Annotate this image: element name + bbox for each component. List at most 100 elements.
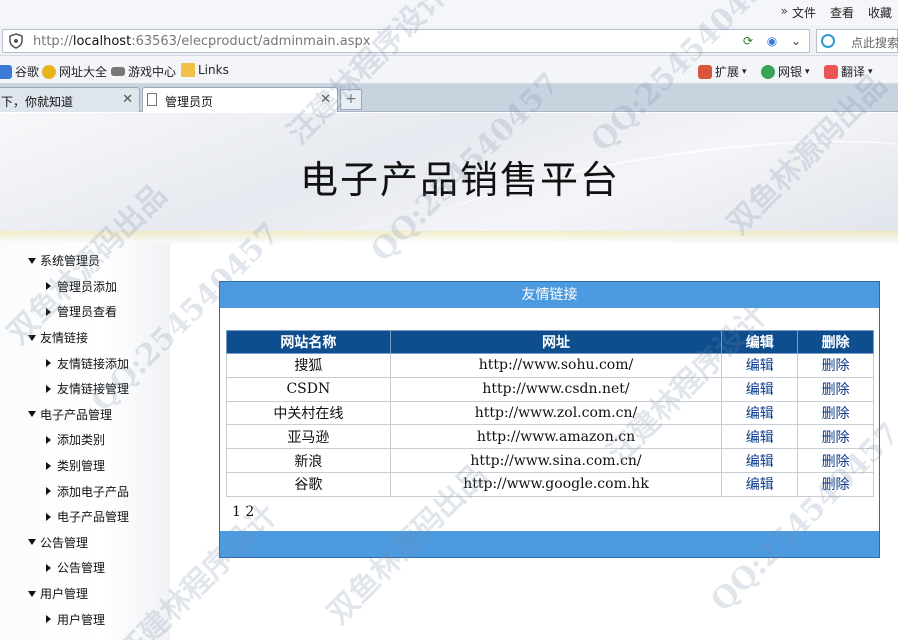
delete-link[interactable]: 删除 <box>797 400 874 426</box>
sidebar-item[interactable]: 管理员添加 <box>28 274 129 300</box>
edit-link[interactable]: 编辑 <box>721 400 799 426</box>
caret-right-icon <box>46 461 51 470</box>
sidebar-item[interactable]: 用户管理 <box>28 606 129 632</box>
sidebar-group[interactable]: 友情链接 <box>28 325 129 351</box>
bookmarks-bar: 谷歌 网址大全 游戏中心 Links 扩展 ▾ 网银 ▾ 翻译 ▾ <box>0 56 898 84</box>
sidebar-item-label: 添加类别 <box>57 433 106 448</box>
url-cell: http://www.amazon.cn <box>389 424 723 450</box>
caret-down-icon <box>28 590 36 597</box>
sidebar-item-label: 系统管理员 <box>40 254 101 269</box>
bookmark-links[interactable]: Links <box>181 63 229 77</box>
site-title: 电子产品销售平台 <box>300 158 621 202</box>
table-row: 谷歌 http://www.google.com.hk 编辑 删除 <box>226 471 874 497</box>
bookmark-hao123[interactable]: 网址大全 <box>42 63 107 80</box>
table-row: 搜狐 http://www.sohu.com/编辑 删除 <box>226 353 874 378</box>
url-input[interactable]: http://localhost:63563/elecproduct/admin… <box>2 29 810 53</box>
friend-links-panel: 友情链接 网站名称 网址 编辑 删除 搜狐 http://www.sohu.com… <box>219 281 880 558</box>
caret-down-icon <box>28 539 36 546</box>
site-name-cell: 谷歌 <box>226 471 391 497</box>
caret-right-icon <box>46 307 51 316</box>
edit-link[interactable]: 编辑 <box>721 376 799 402</box>
grid-icon <box>698 64 712 79</box>
site-name-cell: 亚马逊 <box>226 424 391 450</box>
sidebar-group[interactable]: 用户管理 <box>28 581 129 607</box>
bookmark-games[interactable]: 游戏中心 <box>111 63 176 80</box>
delete-link[interactable]: 删除 <box>797 353 874 378</box>
sidebar-item-label: 管理员查看 <box>57 305 118 320</box>
search-engine-icon <box>821 34 835 48</box>
menu-favorites[interactable]: 收藏 <box>868 4 892 21</box>
ext-translate[interactable]: 翻译 ▾ <box>824 63 873 80</box>
col-delete: 删除 <box>797 330 874 354</box>
caret-right-icon <box>46 615 51 624</box>
sidebar-item[interactable]: 友情链接添加 <box>28 350 129 376</box>
compat-icon[interactable]: ◉ <box>763 32 781 50</box>
tab-admin[interactable]: 管理员页 ✕ <box>142 87 338 112</box>
sidebar-item[interactable]: 添加电子产品 <box>28 478 129 504</box>
document-icon <box>147 93 157 106</box>
caret-down-icon <box>28 334 36 341</box>
delete-link[interactable]: 删除 <box>797 424 874 450</box>
edit-link[interactable]: 编辑 <box>721 471 799 497</box>
address-bar: http://localhost:63563/elecproduct/admin… <box>0 26 898 56</box>
sidebar-item-label: 友情链接管理 <box>57 382 130 397</box>
tab-label: 管理员页 <box>165 95 214 109</box>
caret-right-icon <box>46 384 51 393</box>
sidebar-group[interactable]: 系统管理员 <box>28 248 129 274</box>
gamepad-icon <box>111 67 125 76</box>
col-site-name: 网站名称 <box>226 330 391 354</box>
sidebar-item-label: 添加电子产品 <box>57 484 130 499</box>
sidebar-item[interactable]: 管理员查看 <box>28 299 129 325</box>
sidebar-item[interactable]: 公告管理 <box>28 555 129 581</box>
page-link-2[interactable]: 2 <box>245 504 254 520</box>
ext-bank[interactable]: 网银 ▾ <box>761 63 810 80</box>
sidebar-item-label: 类别管理 <box>57 459 106 474</box>
new-tab-button[interactable]: + <box>340 89 362 110</box>
chevron-down-icon[interactable]: ⌄ <box>787 32 805 50</box>
caret-right-icon <box>46 359 51 368</box>
delete-link[interactable]: 删除 <box>797 376 874 402</box>
delete-link[interactable]: 删除 <box>797 471 874 497</box>
sidebar-menu: 系统管理员 管理员添加 管理员查看 友情链接 友情链接添加 友情链接管理 电子产品管理 添加类… <box>28 248 129 632</box>
close-icon[interactable]: ✕ <box>320 92 331 107</box>
pagination: 1 2 <box>232 504 254 520</box>
url-cell: http://www.sohu.com/ <box>389 353 723 378</box>
page-link-1[interactable]: 1 <box>232 504 241 520</box>
edit-link[interactable]: 编辑 <box>721 353 799 378</box>
sidebar-item-label: 管理员添加 <box>57 279 118 294</box>
bookmark-google[interactable]: 谷歌 <box>0 63 39 80</box>
sidebar-item-label: 公告管理 <box>40 535 89 550</box>
menu-overflow-icon[interactable]: » <box>781 4 788 18</box>
edit-link[interactable]: 编辑 <box>721 424 799 450</box>
sidebar-item[interactable]: 友情链接管理 <box>28 376 129 402</box>
sidebar-item[interactable]: 添加类别 <box>28 427 129 453</box>
tab-baidu[interactable]: 下，你就知道 ✕ <box>0 87 140 112</box>
sidebar-item-label: 公告管理 <box>57 561 106 576</box>
ext-extensions[interactable]: 扩展 ▾ <box>698 63 747 80</box>
sidebar-item-label: 电子产品管理 <box>57 510 130 525</box>
url-text: http://localhost:63563/elecproduct/admin… <box>33 34 371 49</box>
refresh-icon[interactable]: ⟳ <box>739 32 757 50</box>
search-input[interactable]: 点此搜索 <box>816 29 898 53</box>
shield-icon <box>9 33 23 49</box>
delete-link[interactable]: 删除 <box>797 448 874 473</box>
sidebar-item-label: 用户管理 <box>40 587 89 602</box>
url-cell: http://www.zol.com.cn/ <box>389 400 723 426</box>
menu-view[interactable]: 查看 <box>830 4 854 21</box>
browser-menubar: » 文件 查看 收藏 <box>0 0 898 26</box>
banner-glow <box>0 231 898 243</box>
search-placeholder: 点此搜索 <box>851 36 898 50</box>
sidebar-group[interactable]: 电子产品管理 <box>28 402 129 428</box>
edit-link[interactable]: 编辑 <box>721 448 799 473</box>
close-icon[interactable]: ✕ <box>122 92 133 107</box>
url-cell: http://www.google.com.hk <box>389 471 723 497</box>
url-cell: http://www.sina.com.cn/ <box>389 448 723 473</box>
sidebar-group[interactable]: 公告管理 <box>28 530 129 556</box>
menu-file[interactable]: 文件 <box>792 4 816 21</box>
table-row: 中关村在线 http://www.zol.com.cn/编辑 删除 <box>226 400 874 426</box>
google-icon <box>0 64 12 79</box>
links-table: 网站名称 网址 编辑 删除 搜狐 http://www.sohu.com/编辑 删除… <box>226 330 874 497</box>
sidebar-item[interactable]: 类别管理 <box>28 453 129 479</box>
sidebar-item[interactable]: 电子产品管理 <box>28 504 129 530</box>
panel-footer <box>220 531 879 557</box>
